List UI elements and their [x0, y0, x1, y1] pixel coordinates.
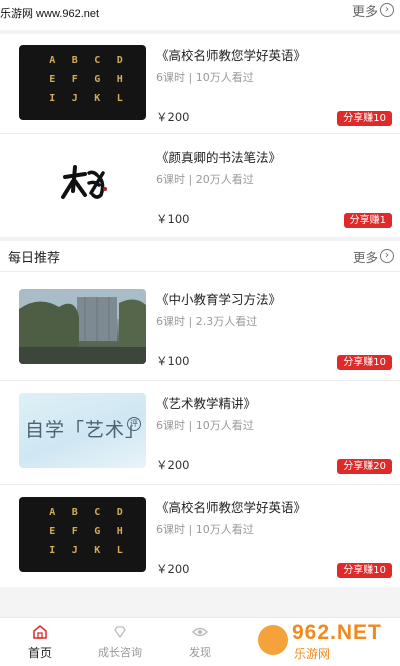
course-title: 《高校名师教您学好英语》: [156, 500, 307, 515]
course-thumbnail: ABCD EFGH IJKL: [19, 45, 146, 120]
chevron-right-icon[interactable]: ›: [380, 249, 394, 263]
course-title: 《高校名师教您学好英语》: [156, 48, 307, 63]
course-thumbnail: ABCD EFGH IJKL: [19, 497, 146, 572]
calligraphy-icon: [61, 165, 107, 199]
share-earn-button[interactable]: 分享赚20: [337, 459, 392, 474]
divider: [0, 484, 400, 485]
course-meta: 6课时 | 2.3万人看过: [156, 315, 258, 328]
section-header: 每日推荐 更多 ›: [0, 241, 400, 269]
letter-grid: ABCD EFGH IJKL: [49, 55, 123, 104]
course-thumbnail: [19, 289, 146, 364]
course-meta: 6课时 | 10万人看过: [156, 419, 254, 432]
watermark-logo: 962.NET 乐游网: [258, 621, 392, 663]
course-price: ￥200: [156, 458, 190, 472]
home-icon: [33, 625, 47, 639]
share-earn-button[interactable]: 分享赚10: [337, 563, 392, 578]
course-thumbnail: [19, 147, 146, 222]
watermark-logo-icon: [258, 625, 288, 655]
course-card[interactable]: 《中小教育学习方法》 6课时 | 2.3万人看过 ￥100 分享赚10: [0, 278, 400, 380]
section-title: 每日推荐: [8, 251, 61, 266]
divider: [0, 271, 400, 272]
course-meta: 6课时 | 10万人看过: [156, 523, 254, 536]
divider: [0, 133, 400, 134]
chevron-right-icon[interactable]: ›: [380, 3, 394, 17]
more-link[interactable]: 更多: [353, 247, 378, 266]
course-price: ￥200: [156, 110, 190, 124]
diamond-icon: [114, 626, 126, 639]
tab-home[interactable]: 首页: [0, 618, 80, 666]
watermark-big-text: 962.NET: [292, 621, 382, 644]
course-meta: 6课时 | 10万人看过: [156, 71, 254, 84]
letter-grid: ABCD EFGH IJKL: [49, 507, 123, 556]
share-earn-button[interactable]: 分享赚10: [337, 111, 392, 126]
course-title: 《艺术教学精讲》: [156, 396, 257, 411]
bottom-spacer: [0, 587, 400, 617]
tab-label: 成长咨询: [98, 646, 142, 659]
more-link-top[interactable]: 更多: [352, 1, 378, 20]
campus-photo: [19, 289, 146, 364]
share-earn-button[interactable]: 分享赚10: [337, 355, 392, 370]
divider: [0, 380, 400, 381]
top-partial-row: 乐游网 www.962.net 更多 ›: [0, 0, 400, 30]
course-title: 《中小教育学习方法》: [156, 292, 282, 307]
course-card[interactable]: 自学「艺术」 评 《艺术教学精讲》 6课时 | 10万人看过 ￥200 分享赚2…: [0, 382, 400, 484]
art-thumb-text: 自学「艺术」: [25, 419, 146, 441]
course-thumbnail: 自学「艺术」 评: [19, 393, 146, 468]
course-card[interactable]: 《颜真卿的书法笔法》 6课时 | 20万人看过 ￥100 分享赚1: [0, 136, 400, 238]
watermark-small-text: 乐游网: [294, 647, 331, 661]
tab-discover[interactable]: 发现: [160, 618, 240, 666]
art-thumb-seal: 评: [127, 417, 141, 431]
course-title: 《颜真卿的书法笔法》: [156, 150, 282, 165]
course-price: ￥100: [156, 354, 190, 368]
tab-growth-consult[interactable]: 成长咨询: [80, 618, 160, 666]
eye-icon: [192, 627, 208, 637]
course-card[interactable]: ABCD EFGH IJKL 《高校名师教您学好英语》 6课时 | 10万人看过…: [0, 486, 400, 588]
tab-label: 首页: [27, 646, 52, 660]
course-meta: 6课时 | 20万人看过: [156, 173, 254, 186]
watermark-text: 乐游网 www.962.net: [0, 8, 100, 20]
course-price: ￥100: [156, 212, 190, 226]
course-price: ￥200: [156, 562, 190, 576]
tab-label: 发现: [189, 646, 211, 659]
share-earn-button[interactable]: 分享赚1: [343, 213, 392, 228]
course-card[interactable]: ABCD EFGH IJKL 《高校名师教您学好英语》 6课时 | 10万人看过…: [0, 34, 400, 136]
